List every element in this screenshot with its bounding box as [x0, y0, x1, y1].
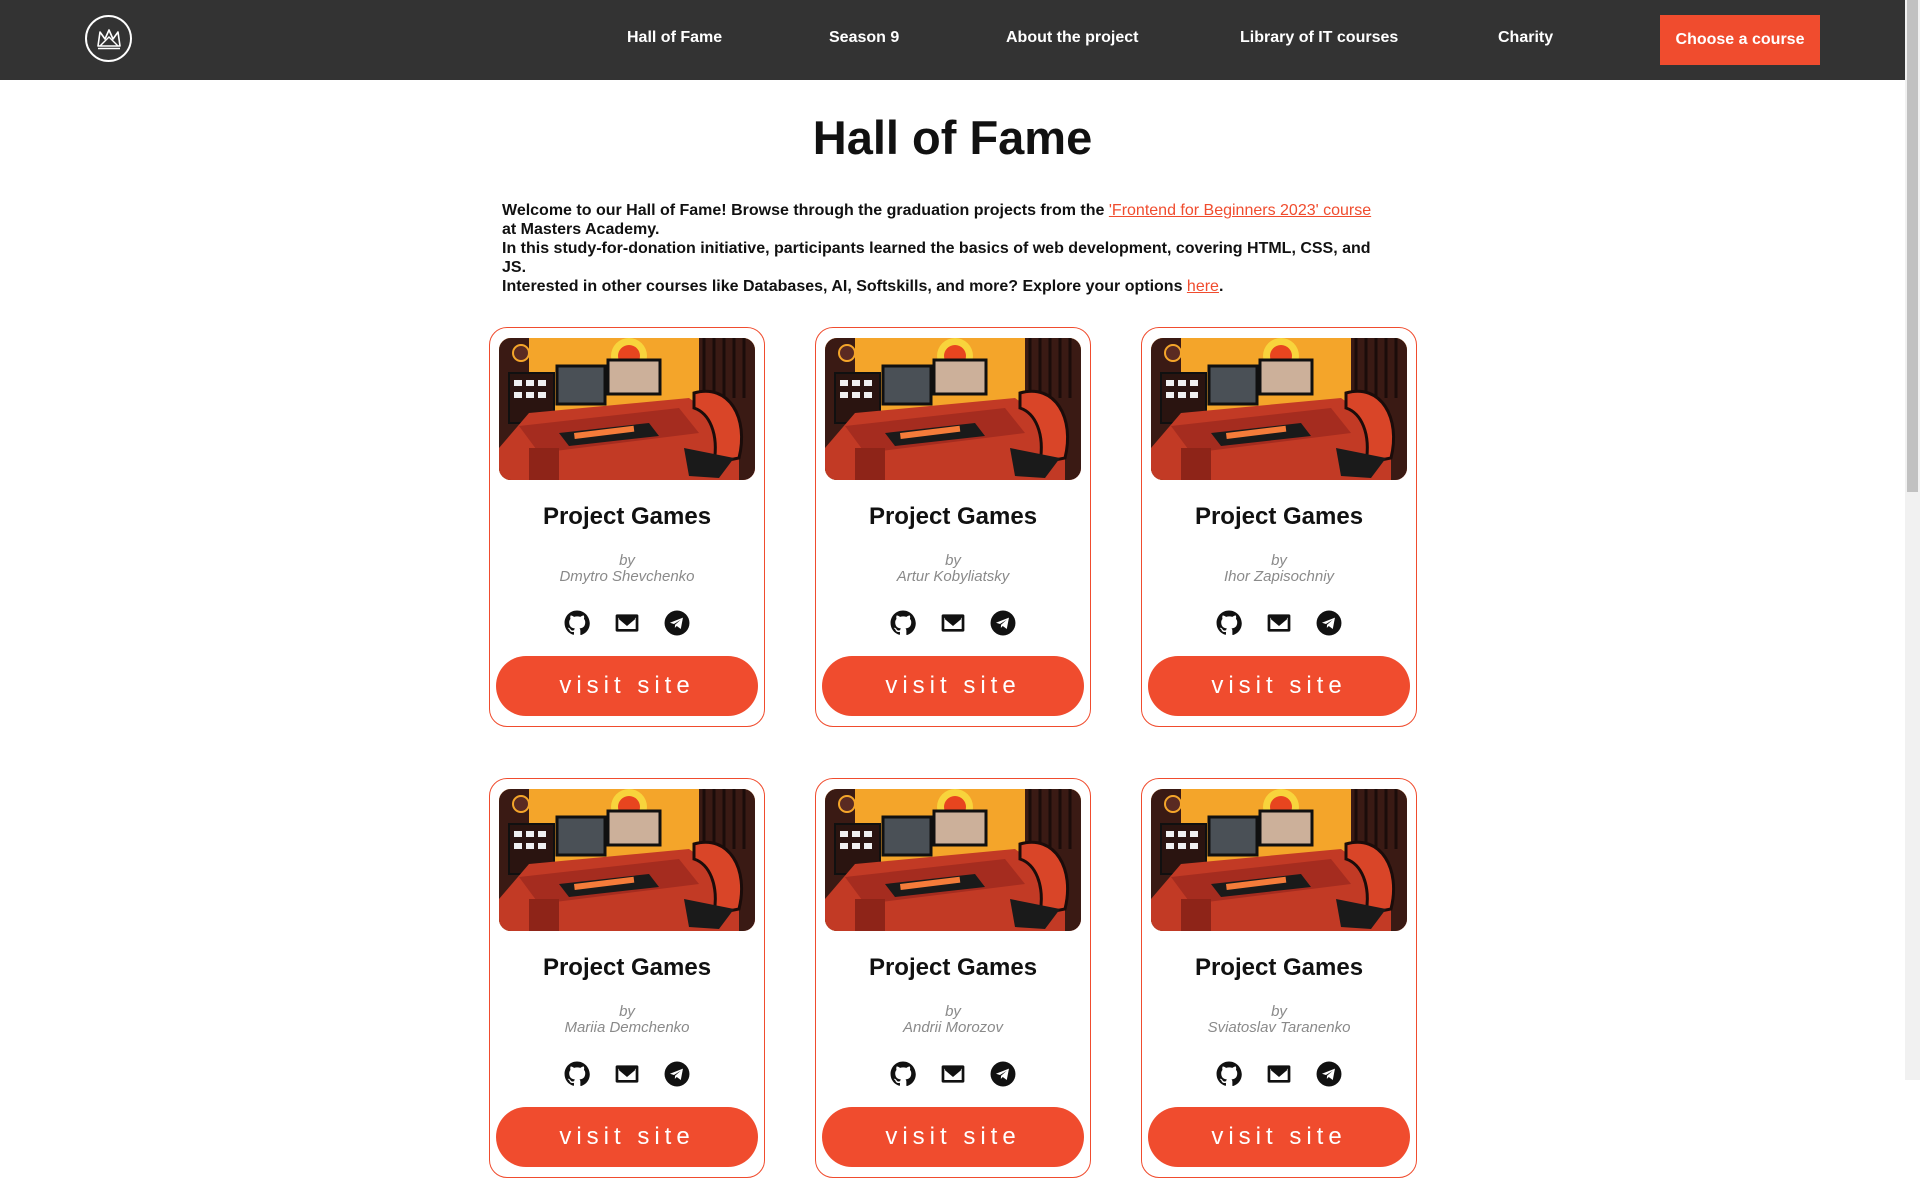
author-name: Dmytro Shevchenko	[559, 568, 695, 585]
github-icon[interactable]	[1216, 1061, 1242, 1087]
by-label: by	[945, 1003, 961, 1020]
social-links	[1142, 610, 1416, 636]
telegram-icon[interactable]	[990, 610, 1016, 636]
mail-icon[interactable]	[940, 610, 966, 636]
author-name: Artur Kobyliatsky	[896, 568, 1010, 585]
author-name: Mariia Demchenko	[564, 1019, 690, 1036]
project-thumbnail-image[interactable]	[499, 789, 755, 931]
project-author: by Ihor Zapisochniy	[1142, 553, 1416, 585]
mail-icon[interactable]	[940, 1061, 966, 1087]
visit-site-button[interactable]: visit site	[496, 1107, 758, 1167]
intro-line-1: Welcome to our Hall of Fame! Browse thro…	[502, 201, 1382, 239]
project-author: by Mariia Demchenko	[490, 1004, 764, 1036]
social-links	[816, 1061, 1090, 1087]
project-title: Project Games	[1194, 503, 1364, 530]
nav-library-it-courses[interactable]: Library of IT courses	[1240, 29, 1398, 47]
project-card: Project Games by Sviatoslav Taranenko vi…	[1141, 778, 1417, 1178]
project-card: Project Games by Andrii Morozov visit si…	[815, 778, 1091, 1178]
author-name: Andrii Morozov	[902, 1019, 1004, 1036]
intro-text-b: at Masters Academy.	[502, 221, 660, 238]
project-card: Project Games by Ihor Zapisochniy visit …	[1141, 327, 1417, 727]
github-icon[interactable]	[890, 610, 916, 636]
author-name: Ihor Zapisochniy	[1223, 568, 1335, 585]
project-thumbnail-image[interactable]	[1151, 338, 1407, 480]
github-icon[interactable]	[1216, 610, 1242, 636]
telegram-icon[interactable]	[664, 1061, 690, 1087]
project-thumbnail-image[interactable]	[825, 789, 1081, 931]
mail-icon[interactable]	[614, 610, 640, 636]
by-label: by	[945, 552, 961, 569]
choose-course-button[interactable]: Choose a course	[1660, 15, 1820, 65]
project-title: Project Games	[868, 503, 1038, 530]
project-author: by Dmytro Shevchenko	[490, 553, 764, 585]
nav-charity[interactable]: Charity	[1498, 29, 1553, 47]
telegram-icon[interactable]	[1316, 610, 1342, 636]
by-label: by	[619, 1003, 635, 1020]
social-links	[490, 1061, 764, 1087]
project-author: by Sviatoslav Taranenko	[1142, 1004, 1416, 1036]
mail-icon[interactable]	[1266, 1061, 1292, 1087]
social-links	[816, 610, 1090, 636]
page-scrollbar[interactable]	[1905, 0, 1920, 1080]
github-icon[interactable]	[564, 1061, 590, 1087]
project-card: Project Games by Dmytro Shevchenko visit…	[489, 327, 765, 727]
project-title: Project Games	[868, 954, 1038, 981]
project-thumbnail-image[interactable]	[499, 338, 755, 480]
by-label: by	[619, 552, 635, 569]
nav-about-project[interactable]: About the project	[1006, 29, 1138, 47]
nav-hall-of-fame[interactable]: Hall of Fame	[627, 29, 722, 47]
github-icon[interactable]	[890, 1061, 916, 1087]
telegram-icon[interactable]	[1316, 1061, 1342, 1087]
visit-site-button[interactable]: visit site	[822, 1107, 1084, 1167]
visit-site-button[interactable]: visit site	[822, 656, 1084, 716]
visit-site-button[interactable]: visit site	[496, 656, 758, 716]
project-title: Project Games	[542, 503, 712, 530]
by-label: by	[1271, 1003, 1287, 1020]
intro-text-a: Welcome to our Hall of Fame! Browse thro…	[502, 202, 1109, 219]
social-links	[490, 610, 764, 636]
github-icon[interactable]	[564, 610, 590, 636]
mail-icon[interactable]	[1266, 610, 1292, 636]
social-links	[1142, 1061, 1416, 1087]
top-navigation-bar: Hall of Fame Season 9 About the project …	[0, 0, 1905, 80]
course-link[interactable]: 'Frontend for Beginners 2023' course	[1109, 202, 1371, 219]
intro-text-c: Interested in other courses like Databas…	[502, 278, 1187, 295]
intro-line-3: Interested in other courses like Databas…	[502, 277, 1382, 296]
visit-site-button[interactable]: visit site	[1148, 1107, 1410, 1167]
crown-logo-icon[interactable]	[85, 15, 132, 62]
mail-icon[interactable]	[614, 1061, 640, 1087]
intro-line-2: In this study-for-donation initiative, p…	[502, 240, 1371, 276]
project-thumbnail-image[interactable]	[825, 338, 1081, 480]
explore-courses-link[interactable]: here	[1187, 278, 1219, 295]
project-author: by Andrii Morozov	[816, 1004, 1090, 1036]
author-name: Sviatoslav Taranenko	[1207, 1019, 1351, 1036]
page-title: Hall of Fame	[812, 111, 1093, 164]
project-title: Project Games	[542, 954, 712, 981]
by-label: by	[1271, 552, 1287, 569]
project-card: Project Games by Mariia Demchenko visit …	[489, 778, 765, 1178]
telegram-icon[interactable]	[990, 1061, 1016, 1087]
visit-site-button[interactable]: visit site	[1148, 656, 1410, 716]
intro-text-d: .	[1218, 278, 1224, 295]
intro-text: Welcome to our Hall of Fame! Browse thro…	[502, 201, 1382, 296]
project-author: by Artur Kobyliatsky	[816, 553, 1090, 585]
project-thumbnail-image[interactable]	[1151, 789, 1407, 931]
scrollbar-thumb[interactable]	[1907, 0, 1918, 492]
project-card: Project Games by Artur Kobyliatsky visit…	[815, 327, 1091, 727]
nav-season-9[interactable]: Season 9	[829, 29, 899, 47]
telegram-icon[interactable]	[664, 610, 690, 636]
project-title: Project Games	[1194, 954, 1364, 981]
